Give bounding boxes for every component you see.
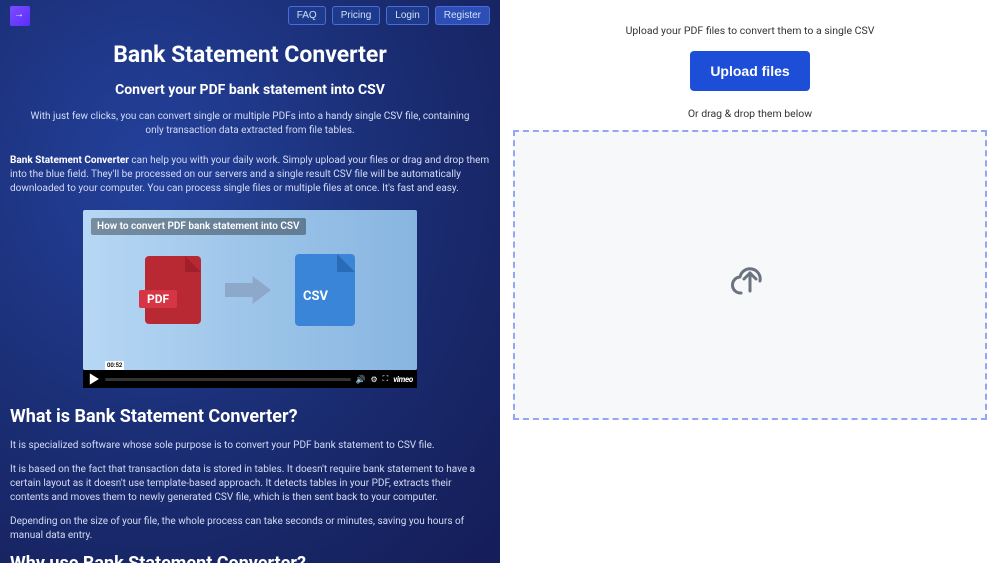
hero: Bank Statement Converter Convert your PD… <box>0 31 500 142</box>
upload-panel: Upload your PDF files to convert them to… <box>500 0 1000 563</box>
what-is-section: What is Bank Statement Converter? It is … <box>0 388 500 563</box>
csv-file-icon <box>295 254 355 326</box>
video-controls: 🔊 ⚙ ⛶ vimeo <box>83 370 417 388</box>
page-subtitle: Convert your PDF bank statement into CSV <box>20 82 480 98</box>
why-use-heading: Why use Bank Statement Converter? <box>10 553 490 563</box>
description-bold: Bank Statement Converter <box>10 155 129 166</box>
settings-icon[interactable]: ⚙ <box>370 375 377 384</box>
top-bar: FAQ Pricing Login Register <box>0 0 500 31</box>
volume-icon[interactable]: 🔊 <box>355 375 365 384</box>
drag-drop-hint: Or drag & drop them below <box>688 107 812 120</box>
play-icon[interactable] <box>87 372 101 386</box>
video-progress-bar[interactable] <box>105 378 351 381</box>
cloud-upload-icon <box>726 251 774 299</box>
what-is-heading: What is Bank Statement Converter? <box>10 406 490 427</box>
app-logo[interactable] <box>10 6 30 26</box>
drop-zone[interactable] <box>513 130 987 420</box>
page-title: Bank Statement Converter <box>20 41 480 68</box>
login-button[interactable]: Login <box>386 6 428 25</box>
upload-files-button[interactable]: Upload files <box>690 51 809 91</box>
video-title: How to convert PDF bank statement into C… <box>91 218 306 235</box>
upload-instruction: Upload your PDF files to convert them to… <box>626 24 875 37</box>
fullscreen-icon[interactable]: ⛶ <box>383 374 389 384</box>
description-paragraph: Bank Statement Converter can help you wi… <box>0 142 500 204</box>
vimeo-logo[interactable]: vimeo <box>393 375 413 384</box>
what-is-p2: It is based on the fact that transaction… <box>10 463 490 505</box>
top-nav: FAQ Pricing Login Register <box>288 6 490 25</box>
arrow-right-icon <box>225 276 271 304</box>
hero-tagline: With just few clicks, you can convert si… <box>20 110 480 138</box>
what-is-p3: Depending on the size of your file, the … <box>10 515 490 543</box>
video-duration: 00:52 <box>105 361 124 370</box>
video-player[interactable]: How to convert PDF bank statement into C… <box>83 210 417 388</box>
pricing-button[interactable]: Pricing <box>332 6 381 25</box>
pdf-file-icon <box>145 256 201 324</box>
register-button[interactable]: Register <box>435 6 490 25</box>
what-is-p1: It is specialized software whose sole pu… <box>10 439 490 453</box>
faq-button[interactable]: FAQ <box>288 6 326 25</box>
